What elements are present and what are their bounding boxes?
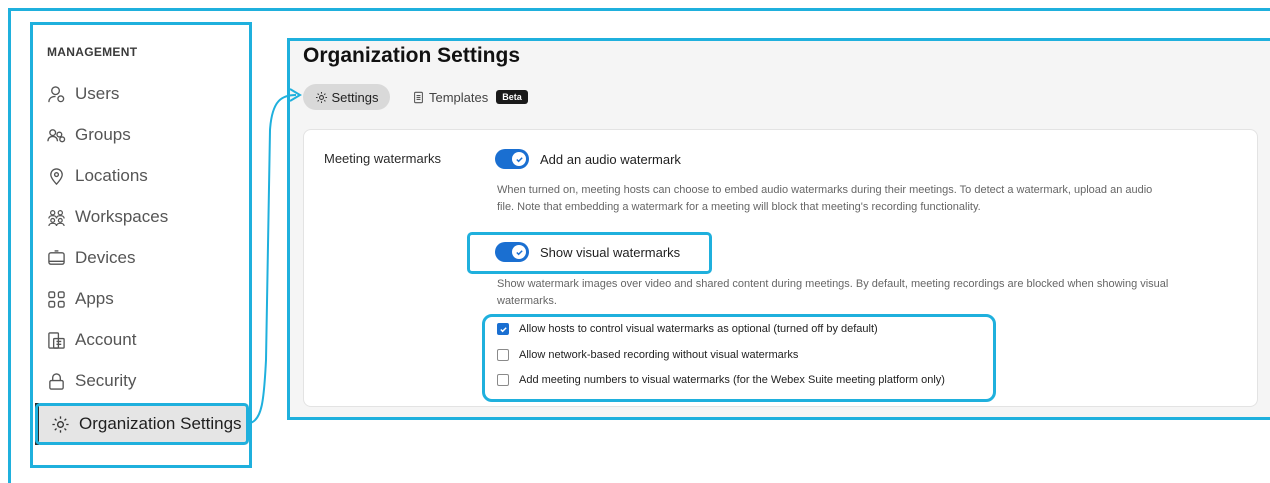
account-icon xyxy=(46,330,66,350)
audio-watermark-toggle[interactable] xyxy=(495,149,529,169)
tab-label: Settings xyxy=(331,89,379,105)
sidebar-heading: MANAGEMENT xyxy=(47,45,138,59)
gear-icon xyxy=(315,91,327,103)
groups-icon xyxy=(46,125,66,145)
audio-watermark-description: When turned on, meeting hosts can choose… xyxy=(497,182,1152,216)
document-icon xyxy=(414,91,423,103)
sidebar-item-apps[interactable]: Apps xyxy=(46,284,114,314)
description-line: Show watermark images over video and sha… xyxy=(497,278,1169,290)
sidebar-item-security[interactable]: Security xyxy=(46,366,136,396)
user-icon xyxy=(46,84,66,104)
section-label: Meeting watermarks xyxy=(324,151,442,166)
sidebar-item-devices[interactable]: Devices xyxy=(46,243,135,273)
sidebar-item-label: Locations xyxy=(75,166,148,185)
tab-settings[interactable]: Settings xyxy=(303,84,390,110)
audio-watermark-label: Add an audio watermark xyxy=(540,152,681,167)
sidebar-item-label: Devices xyxy=(75,248,136,267)
sidebar-item-locations[interactable]: Locations xyxy=(46,161,148,191)
sidebar-item-workspaces[interactable]: Workspaces xyxy=(46,202,168,232)
sidebar-item-groups[interactable]: Groups xyxy=(46,120,131,150)
frame-left-border xyxy=(8,8,11,483)
page-title: Organization Settings xyxy=(303,44,521,67)
beta-badge: Beta xyxy=(496,90,528,104)
sidebar-item-users[interactable]: Users xyxy=(46,79,119,109)
workspaces-icon xyxy=(46,207,66,227)
lock-icon xyxy=(46,371,66,391)
active-item-highlight xyxy=(35,403,249,445)
description-line: watermarks. xyxy=(497,295,557,307)
location-pin-icon xyxy=(46,166,66,186)
sidebar-item-label: Account xyxy=(75,330,137,349)
sidebar-item-label: Workspaces xyxy=(75,207,169,226)
sidebar-item-label: Security xyxy=(75,371,137,390)
tab-label: Templates xyxy=(429,89,489,105)
apps-grid-icon xyxy=(46,289,66,309)
device-icon xyxy=(46,248,66,268)
check-icon xyxy=(515,156,523,162)
visual-watermark-description: Show watermark images over video and sha… xyxy=(497,276,1168,310)
sidebar-item-account[interactable]: Account xyxy=(46,325,136,355)
tab-templates[interactable]: Templates Beta xyxy=(412,84,528,110)
sidebar-item-label: Users xyxy=(75,84,120,103)
description-line: When turned on, meeting hosts can choose… xyxy=(497,184,1153,196)
sidebar-item-label: Groups xyxy=(75,125,131,144)
frame-top-border xyxy=(8,8,1270,11)
options-highlight xyxy=(482,314,996,402)
description-line: file. Note that embedding a watermark fo… xyxy=(497,201,981,213)
visual-watermark-highlight xyxy=(467,232,712,274)
sidebar-item-label: Apps xyxy=(75,289,114,308)
toggle-knob xyxy=(512,152,526,166)
